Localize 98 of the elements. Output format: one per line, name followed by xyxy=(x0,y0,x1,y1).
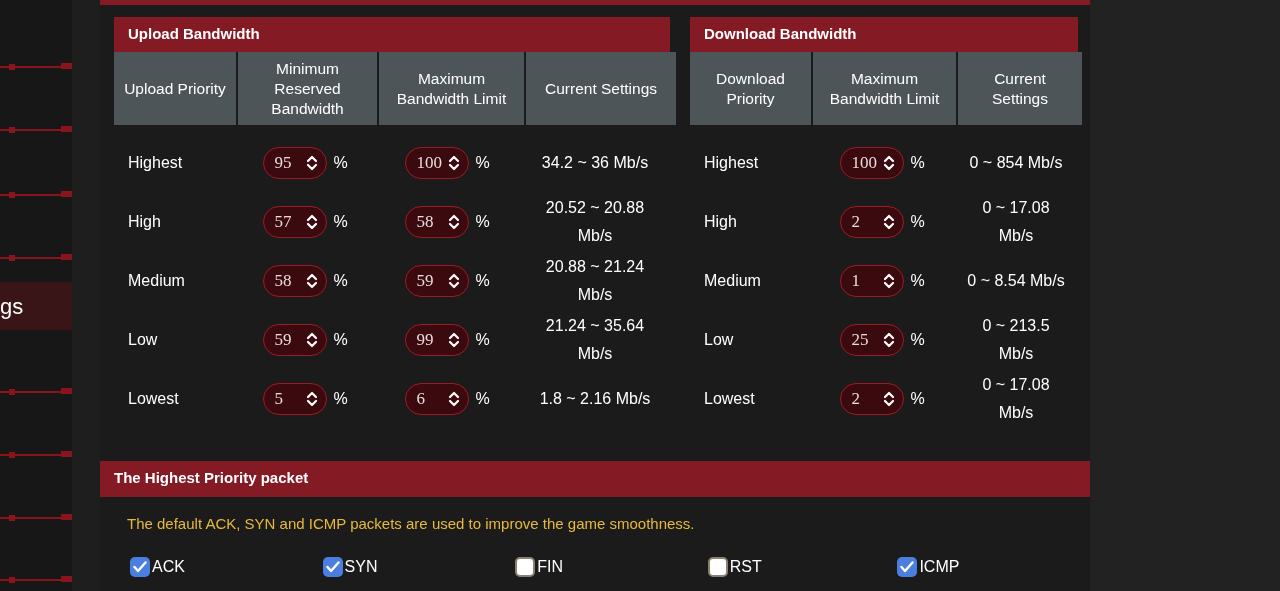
priority-label: Medium xyxy=(128,270,185,291)
priority-label: Lowest xyxy=(128,388,179,409)
priority-label: High xyxy=(128,211,161,232)
column-header: Minimum Reserved Bandwidth xyxy=(238,52,377,125)
section-header: Download Bandwidth xyxy=(690,17,1078,52)
sidebar-divider xyxy=(0,514,72,521)
chevrons-up-down-icon xyxy=(448,390,461,407)
chevrons-up-down-icon xyxy=(306,331,319,348)
priority-label: High xyxy=(704,211,737,232)
column-header: Download Priority xyxy=(690,52,811,125)
checkbox[interactable] xyxy=(322,557,343,577)
unit-label: % xyxy=(910,152,925,173)
chevrons-up-down-icon xyxy=(448,272,461,289)
current-setting: 0 ~ 213.5 Mb/s xyxy=(981,315,1051,364)
current-setting: 1.8 ~ 2.16 Mb/s xyxy=(539,388,651,409)
unit-label: % xyxy=(910,270,925,291)
checkbox-label: ICMP xyxy=(919,557,960,577)
chevrons-up-down-icon xyxy=(883,331,896,348)
priority-label: Medium xyxy=(704,270,761,291)
chevrons-up-down-icon xyxy=(306,154,319,171)
column-header: Upload Priority xyxy=(114,52,236,125)
current-setting: 0 ~ 17.08 Mb/s xyxy=(981,197,1051,246)
number-field[interactable]: 99 xyxy=(405,323,470,356)
current-setting: 0 ~ 17.08 Mb/s xyxy=(981,374,1051,423)
number-field[interactable]: 100 xyxy=(405,146,470,179)
priority-label: Highest xyxy=(704,152,759,173)
chevrons-up-down-icon xyxy=(306,213,319,230)
checkbox-label: RST xyxy=(729,557,762,577)
current-setting: 20.88 ~ 21.24 Mb/s xyxy=(544,256,646,305)
checkbox[interactable] xyxy=(707,557,728,577)
unit-label: % xyxy=(475,329,490,350)
unit-label: % xyxy=(333,270,348,291)
current-setting: 0 ~ 854 Mb/s xyxy=(969,152,1063,173)
unit-label: % xyxy=(475,388,490,409)
chevrons-up-down-icon xyxy=(883,154,896,171)
checkbox-label: FIN xyxy=(537,557,563,577)
unit-label: % xyxy=(333,329,348,350)
number-field[interactable]: 1 xyxy=(840,264,905,297)
chevrons-up-down-icon xyxy=(448,331,461,348)
current-setting: 0 ~ 8.54 Mb/s xyxy=(967,270,1065,291)
number-field[interactable]: 58 xyxy=(405,205,470,238)
check-icon xyxy=(133,561,147,573)
unit-label: % xyxy=(475,270,490,291)
section-header: Upload Bandwidth xyxy=(114,17,670,52)
chevrons-up-down-icon xyxy=(306,272,319,289)
unit-label: % xyxy=(910,388,925,409)
sidebar-divider xyxy=(0,388,72,395)
column-header: Maximum Bandwidth Limit xyxy=(379,52,524,125)
current-setting: 34.2 ~ 36 Mb/s xyxy=(541,152,649,173)
checkbox[interactable] xyxy=(130,557,150,577)
unit-label: % xyxy=(910,329,925,350)
current-setting: 20.52 ~ 20.88 Mb/s xyxy=(544,197,646,246)
chevrons-up-down-icon xyxy=(448,213,461,230)
section-header: The Highest Priority packet xyxy=(100,460,1090,497)
sidebar-item[interactable]: gs xyxy=(0,282,72,330)
check-icon xyxy=(900,561,915,573)
priority-label: Low xyxy=(128,329,158,350)
chevrons-up-down-icon xyxy=(883,272,896,289)
chevrons-up-down-icon xyxy=(883,390,896,407)
priority-label: Low xyxy=(704,329,734,350)
unit-label: % xyxy=(333,152,348,173)
checkbox-label: SYN xyxy=(344,557,378,577)
column-header: Current Settings xyxy=(526,52,676,125)
sidebar-divider xyxy=(0,191,72,198)
number-field[interactable]: 95 xyxy=(263,146,328,179)
sidebar-divider xyxy=(0,451,72,458)
sidebar-divider xyxy=(0,576,72,583)
unit-label: % xyxy=(333,211,348,232)
checkbox[interactable] xyxy=(515,557,536,577)
check-icon xyxy=(325,561,340,573)
number-field[interactable]: 100 xyxy=(840,146,905,179)
priority-label: Highest xyxy=(128,152,183,173)
priority-label: Lowest xyxy=(704,388,755,409)
number-field[interactable]: 59 xyxy=(263,323,328,356)
column-header: Current Settings xyxy=(958,52,1082,125)
checkbox[interactable] xyxy=(897,557,918,577)
sidebar-divider xyxy=(0,254,72,261)
unit-label: % xyxy=(475,152,490,173)
checkbox-label: ACK xyxy=(152,557,185,577)
unit-label: % xyxy=(333,388,348,409)
sidebar-divider xyxy=(0,126,72,133)
number-field[interactable]: 59 xyxy=(405,264,470,297)
number-field[interactable]: 5 xyxy=(263,382,328,415)
number-field[interactable]: 58 xyxy=(263,264,328,297)
sidebar-divider xyxy=(0,63,72,70)
description-text: The default ACK, SYN and ICMP packets are used to improve the game smoothness. xyxy=(126,513,696,534)
current-setting: 21.24 ~ 35.64 Mb/s xyxy=(544,315,646,364)
number-field[interactable]: 2 xyxy=(840,205,905,238)
number-field[interactable]: 2 xyxy=(840,382,905,415)
chevrons-up-down-icon xyxy=(448,154,461,171)
column-header: Maximum Bandwidth Limit xyxy=(813,52,956,125)
unit-label: % xyxy=(910,211,925,232)
number-field[interactable]: 57 xyxy=(263,205,328,238)
number-field[interactable]: 6 xyxy=(405,382,470,415)
chevrons-up-down-icon xyxy=(306,390,319,407)
unit-label: % xyxy=(475,211,490,232)
chevrons-up-down-icon xyxy=(883,213,896,230)
number-field[interactable]: 25 xyxy=(840,323,905,356)
